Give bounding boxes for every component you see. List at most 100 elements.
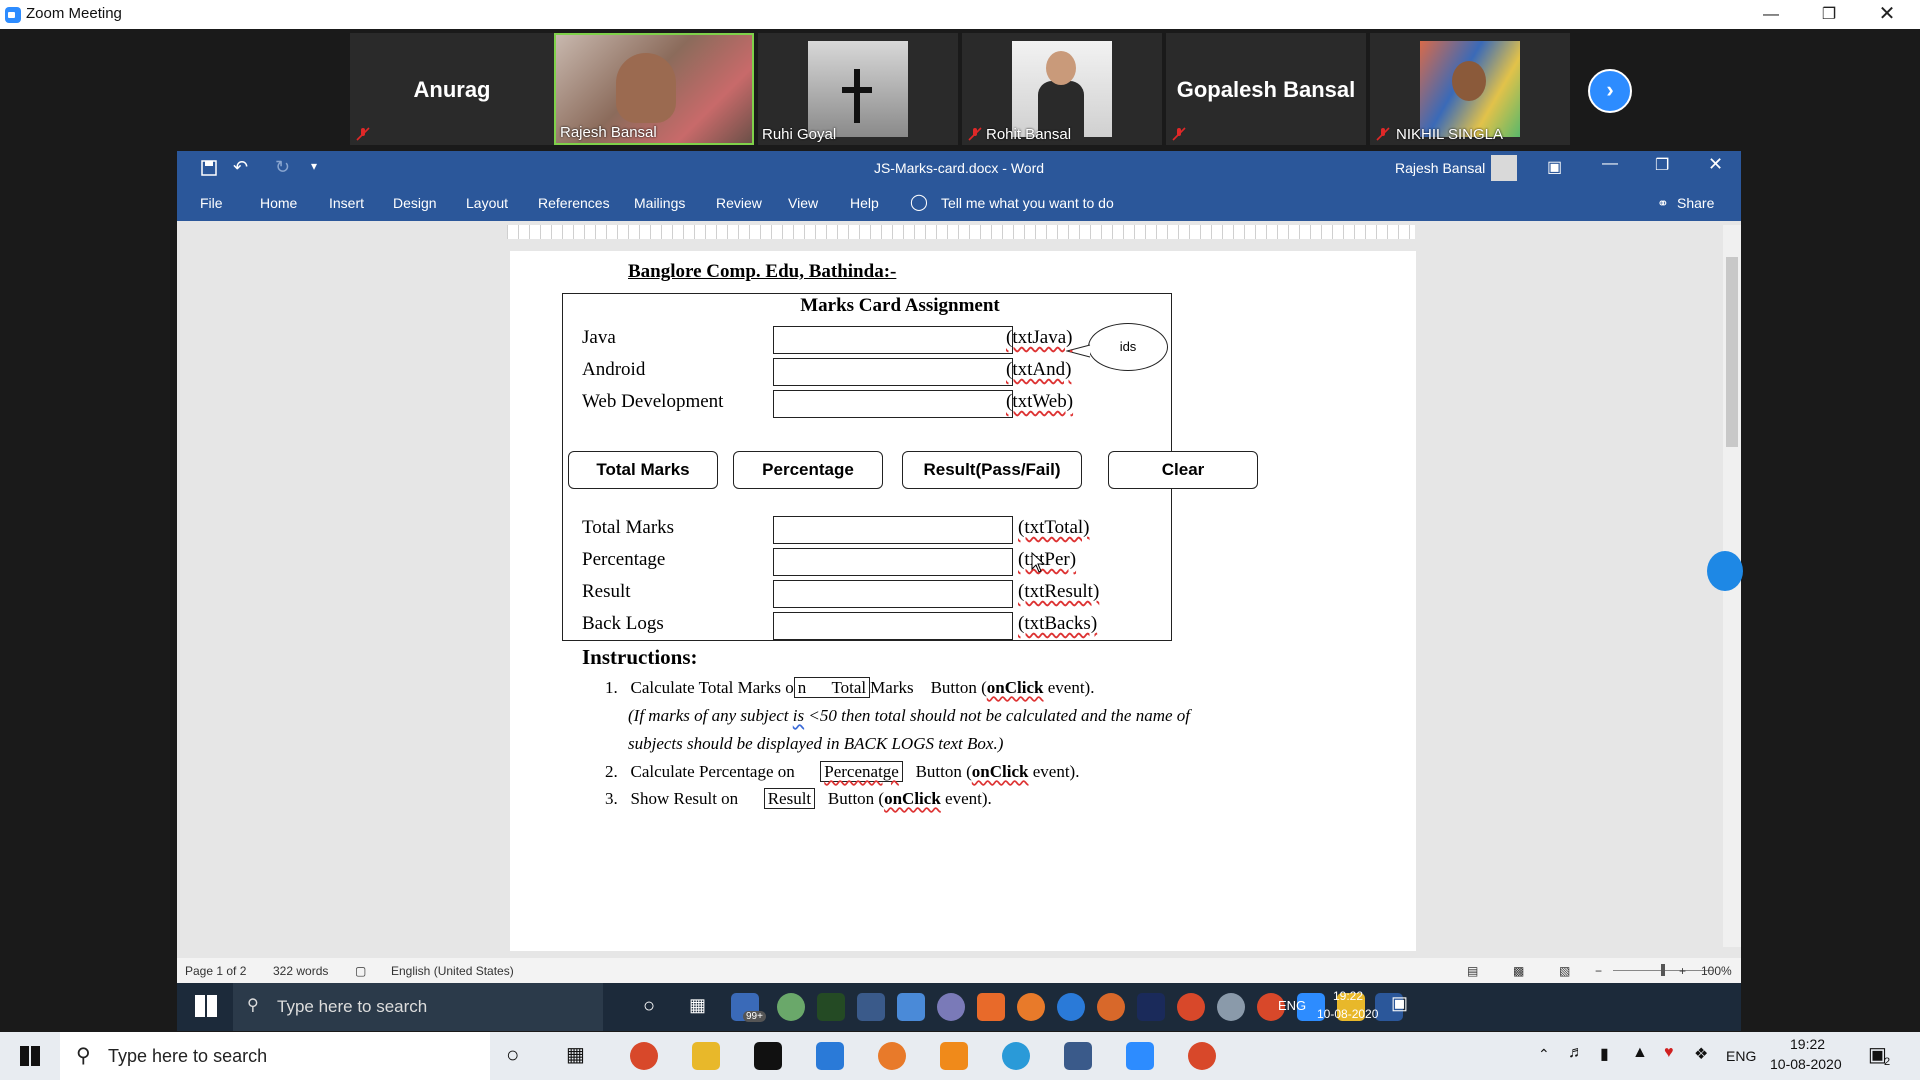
- app-icon[interactable]: [897, 993, 925, 1021]
- tab-layout[interactable]: Layout: [466, 195, 508, 211]
- notepad-app-icon[interactable]: [857, 993, 885, 1021]
- app-icon[interactable]: [777, 993, 805, 1021]
- lightbulb-icon: ◯: [910, 194, 928, 211]
- windows-start-icon[interactable]: [20, 1046, 40, 1066]
- clock-date[interactable]: 10-08-2020: [1770, 1056, 1842, 1072]
- clock-date[interactable]: 10-08-2020: [1317, 1007, 1378, 1021]
- web-development-field[interactable]: [773, 390, 1013, 418]
- close-button[interactable]: ✕: [1858, 0, 1916, 29]
- web-layout-icon[interactable]: ▧: [1559, 964, 1570, 978]
- participant-name: Anurag: [413, 77, 491, 102]
- result-button[interactable]: Result(Pass/Fail): [902, 451, 1082, 489]
- proofing-icon[interactable]: ▢: [355, 964, 366, 978]
- tab-review[interactable]: Review: [716, 195, 762, 211]
- mail-app-icon[interactable]: [816, 1042, 844, 1070]
- clock-time[interactable]: 19:22: [1333, 989, 1363, 1003]
- android-field[interactable]: [773, 358, 1013, 386]
- antivirus-icon[interactable]: ♥: [1664, 1044, 1674, 1062]
- tab-view[interactable]: View: [788, 195, 818, 211]
- participant-tile-rajesh[interactable]: Rajesh Bansal: [554, 33, 754, 145]
- word-count[interactable]: 322 words: [273, 964, 328, 978]
- firefox-app-icon[interactable]: [878, 1042, 906, 1070]
- task-view-icon[interactable]: ▦: [566, 1042, 585, 1067]
- read-mode-icon[interactable]: ▤: [1467, 964, 1478, 978]
- app-icon[interactable]: [937, 993, 965, 1021]
- zoom-out-button[interactable]: −: [1595, 964, 1602, 978]
- zoom-app-icon[interactable]: [1126, 1042, 1154, 1070]
- action-center-icon[interactable]: ▣: [1391, 993, 1408, 1014]
- chrome-app-icon[interactable]: [630, 1042, 658, 1070]
- user-name[interactable]: Rajesh Bansal: [1395, 160, 1485, 176]
- photoshop-app-icon[interactable]: [1137, 993, 1165, 1021]
- language-status[interactable]: English (United States): [391, 964, 514, 978]
- share-button[interactable]: Share: [1677, 195, 1714, 211]
- minimize-button[interactable]: —: [1742, 0, 1800, 29]
- file-explorer-icon[interactable]: [692, 1042, 720, 1070]
- app-icon[interactable]: [1097, 993, 1125, 1021]
- instruction-1-note-line2: subjects should be displayed in BACK LOG…: [628, 734, 1004, 753]
- java-field[interactable]: [773, 326, 1013, 354]
- tab-mailings[interactable]: Mailings: [634, 195, 685, 211]
- vlc-app-icon[interactable]: [940, 1042, 968, 1070]
- zoom-in-button[interactable]: +: [1679, 964, 1686, 978]
- tab-help[interactable]: Help: [850, 195, 879, 211]
- instruction-text: event).: [1028, 762, 1080, 781]
- tab-home[interactable]: Home: [260, 195, 297, 211]
- minimize-button[interactable]: —: [1602, 155, 1618, 173]
- cortana-icon[interactable]: ○: [506, 1042, 519, 1068]
- participant-tile-rohit[interactable]: Rohit Bansal: [962, 33, 1162, 145]
- restore-button[interactable]: ❐: [1800, 0, 1858, 29]
- store-app-icon[interactable]: [754, 1042, 782, 1070]
- tab-design[interactable]: Design: [393, 195, 437, 211]
- search-icon: ⚲: [76, 1045, 91, 1067]
- participant-tile-ruhi[interactable]: Ruhi Goyal: [758, 33, 958, 145]
- total-field[interactable]: [773, 516, 1013, 544]
- firefox-app-icon[interactable]: [1017, 993, 1045, 1021]
- zoom-slider-thumb[interactable]: [1661, 964, 1665, 976]
- tab-references[interactable]: References: [538, 195, 610, 211]
- language-indicator[interactable]: ENG: [1278, 998, 1306, 1013]
- total-marks-button[interactable]: Total Marks: [568, 451, 718, 489]
- participant-tile-anurag[interactable]: Anurag: [350, 33, 554, 145]
- windows-start-icon[interactable]: [195, 995, 217, 1017]
- notepad-app-icon[interactable]: [1064, 1042, 1092, 1070]
- show-hidden-icons[interactable]: ⌃: [1538, 1046, 1550, 1063]
- dropbox-tray-icon[interactable]: ❖: [1694, 1044, 1708, 1064]
- close-button[interactable]: ✕: [1708, 154, 1723, 175]
- avatar[interactable]: [1491, 155, 1517, 181]
- percentage-field[interactable]: [773, 548, 1013, 576]
- document-page[interactable]: Banglore Comp. Edu, Bathinda:- Marks Car…: [510, 251, 1416, 951]
- next-participants-button[interactable]: ›: [1588, 69, 1632, 113]
- tell-me-search[interactable]: Tell me what you want to do: [941, 195, 1114, 211]
- horizontal-ruler[interactable]: [507, 225, 1415, 239]
- ribbon-display-icon[interactable]: ▣: [1547, 157, 1562, 177]
- print-layout-icon[interactable]: ▩: [1513, 964, 1524, 978]
- page-count[interactable]: Page 1 of 2: [185, 964, 246, 978]
- cortana-icon[interactable]: ○: [643, 995, 655, 1018]
- tab-file[interactable]: File: [200, 195, 223, 211]
- battery-icon[interactable]: ▮: [1600, 1044, 1609, 1064]
- chrome-app-icon[interactable]: [1188, 1042, 1216, 1070]
- app-icon[interactable]: [977, 993, 1005, 1021]
- edge-app-icon[interactable]: [1002, 1042, 1030, 1070]
- app-icon[interactable]: [1217, 993, 1245, 1021]
- back-logs-field[interactable]: [773, 612, 1013, 640]
- participant-tile-nikhil[interactable]: NIKHIL SINGLA: [1370, 33, 1570, 145]
- scrollbar-thumb[interactable]: [1726, 257, 1738, 447]
- tab-insert[interactable]: Insert: [329, 195, 364, 211]
- zoom-level[interactable]: 100%: [1701, 964, 1732, 978]
- participant-tile-gopalesh[interactable]: Gopalesh Bansal: [1166, 33, 1366, 145]
- edge-app-icon[interactable]: [1057, 993, 1085, 1021]
- task-view-icon[interactable]: ▦: [689, 995, 706, 1016]
- restore-button[interactable]: ❐: [1655, 155, 1669, 175]
- dropbox-icon[interactable]: [1707, 551, 1743, 591]
- clear-button[interactable]: Clear: [1108, 451, 1258, 489]
- clock-time[interactable]: 19:22: [1790, 1036, 1825, 1052]
- percentage-button[interactable]: Percentage: [733, 451, 883, 489]
- result-field[interactable]: [773, 580, 1013, 608]
- network-icon[interactable]: ▲: [1632, 1044, 1648, 1062]
- volume-icon[interactable]: ♬: [1568, 1044, 1584, 1062]
- language-indicator[interactable]: ENG: [1726, 1048, 1756, 1064]
- dreamweaver-app-icon[interactable]: [817, 993, 845, 1021]
- chrome-app-icon[interactable]: [1177, 993, 1205, 1021]
